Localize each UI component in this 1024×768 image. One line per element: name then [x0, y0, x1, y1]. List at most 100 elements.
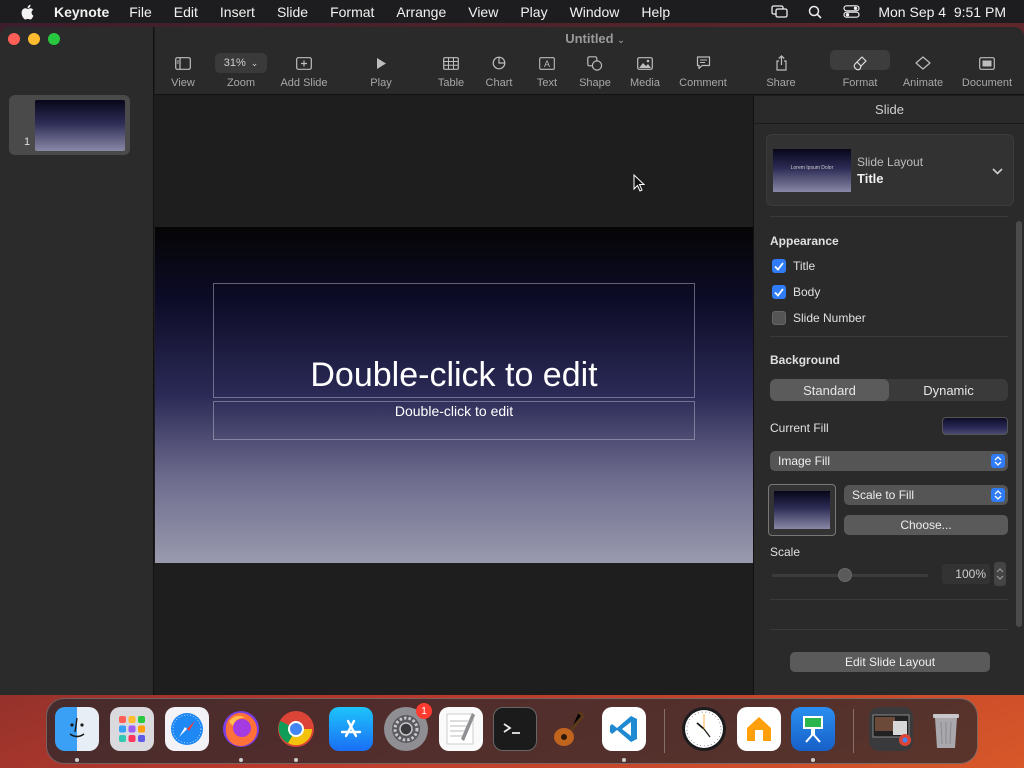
- fullscreen-window-button[interactable]: [48, 33, 60, 45]
- add-slide-label: Add Slide: [280, 77, 328, 89]
- spotlight-search-icon[interactable]: [806, 5, 824, 19]
- current-fill-label: Current Fill: [770, 421, 829, 435]
- finder-icon[interactable]: [55, 707, 99, 751]
- menu-window[interactable]: Window: [570, 4, 620, 20]
- animate-button[interactable]: Animate: [893, 53, 953, 89]
- divider: [770, 216, 1008, 217]
- sidebar-icon: [175, 53, 191, 73]
- zoom-value: 31%: [223, 57, 246, 69]
- toolbar: Untitled ⌄ View 31% ⌄ Zoom Add Slide Pla…: [155, 27, 1024, 95]
- play-button[interactable]: Play: [351, 53, 411, 89]
- slide-layout-picker[interactable]: Lorem Ipsum Dolor Slide Layout Title: [766, 134, 1014, 206]
- textedit-icon[interactable]: [439, 707, 483, 751]
- menu-help[interactable]: Help: [641, 4, 670, 20]
- title-placeholder[interactable]: Double-click to edit: [213, 283, 695, 398]
- menu-edit[interactable]: Edit: [174, 4, 198, 20]
- share-button[interactable]: Share: [751, 53, 811, 89]
- downloads-stack-icon[interactable]: [869, 707, 913, 751]
- standard-segment[interactable]: Standard: [770, 379, 889, 401]
- body-checkbox-label: Body: [793, 285, 821, 299]
- chevron-down-icon: [992, 163, 1003, 178]
- media-button[interactable]: Media: [615, 53, 675, 89]
- dynamic-segment[interactable]: Dynamic: [889, 379, 1008, 401]
- scale-slider-knob[interactable]: [838, 568, 852, 582]
- title-checkbox[interactable]: [772, 259, 786, 273]
- table-label: Table: [437, 77, 465, 89]
- svg-text:A: A: [544, 59, 550, 69]
- body-placeholder[interactable]: Double-click to edit: [213, 401, 695, 440]
- slide-navigator: 1: [0, 27, 154, 695]
- appearance-body-row[interactable]: Body: [772, 285, 820, 299]
- visual-studio-code-icon[interactable]: [602, 707, 646, 751]
- comment-button[interactable]: Comment: [673, 53, 733, 89]
- body-checkbox[interactable]: [772, 285, 786, 299]
- garageband-guitar-icon[interactable]: [547, 707, 591, 751]
- screen-mirroring-icon[interactable]: [770, 5, 788, 19]
- view-button[interactable]: View: [153, 53, 213, 89]
- add-slide-icon: [296, 53, 312, 73]
- menu-file[interactable]: File: [129, 4, 152, 20]
- share-label: Share: [766, 77, 796, 89]
- keynote-icon[interactable]: [791, 707, 835, 751]
- menu-view[interactable]: View: [468, 4, 498, 20]
- slide-canvas[interactable]: Double-click to edit Double-click to edi…: [155, 96, 753, 695]
- shape-label: Shape: [579, 77, 611, 89]
- scale-value-field[interactable]: 100%: [942, 564, 990, 584]
- chrome-icon[interactable]: [274, 707, 318, 751]
- slide-thumbnail-1[interactable]: 1: [9, 95, 130, 155]
- minimize-window-button[interactable]: [28, 33, 40, 45]
- menu-arrange[interactable]: Arrange: [396, 4, 446, 20]
- document-title[interactable]: Untitled ⌄: [155, 31, 1024, 46]
- firefox-icon[interactable]: [219, 707, 263, 751]
- clock-icon[interactable]: [682, 707, 726, 751]
- launchpad-icon[interactable]: [110, 707, 154, 751]
- menu-app-name[interactable]: Keynote: [54, 4, 109, 20]
- inspector-scrollbar[interactable]: [1016, 221, 1022, 627]
- title-placeholder-text: Double-click to edit: [310, 356, 598, 394]
- edit-slide-layout-button[interactable]: Edit Slide Layout: [790, 652, 990, 672]
- trash-icon[interactable]: [924, 707, 968, 751]
- chevron-down-icon: ⌄: [617, 35, 625, 45]
- add-slide-button[interactable]: Add Slide: [274, 53, 334, 89]
- chart-label: Chart: [485, 77, 513, 89]
- title-checkbox-label: Title: [793, 259, 816, 273]
- zoom-popup[interactable]: 31% ⌄: [215, 53, 267, 73]
- choose-image-button[interactable]: Choose...: [844, 515, 1008, 535]
- running-indicator: [622, 758, 626, 762]
- menu-play[interactable]: Play: [520, 4, 547, 20]
- slide-number-checkbox[interactable]: [772, 311, 786, 325]
- background-heading: Background: [770, 353, 841, 367]
- keynote-window: 1 Untitled ⌄ View 31% ⌄ Zoom Add Slide P…: [0, 27, 1024, 695]
- menu-slide[interactable]: Slide: [277, 4, 308, 20]
- zoom-control[interactable]: 31% ⌄ Zoom: [211, 53, 271, 89]
- image-well[interactable]: [768, 484, 836, 536]
- scale-label: Scale: [770, 545, 801, 559]
- appearance-slide-number-row[interactable]: Slide Number: [772, 311, 866, 325]
- inspector-title: Slide: [875, 102, 904, 117]
- dock-divider: [853, 709, 854, 753]
- scale-stepper[interactable]: [994, 562, 1006, 586]
- appearance-title-row[interactable]: Title: [772, 259, 815, 273]
- scale-mode-popup[interactable]: Scale to Fill: [844, 485, 1008, 505]
- apple-menu-icon[interactable]: [20, 4, 36, 20]
- close-window-button[interactable]: [8, 33, 20, 45]
- notification-badge: 1: [416, 703, 432, 719]
- running-indicator: [239, 758, 243, 762]
- document-button[interactable]: Document: [957, 53, 1017, 89]
- slide-number-checkbox-label: Slide Number: [793, 311, 866, 325]
- background-mode-segmented-control[interactable]: Standard Dynamic: [770, 379, 1008, 401]
- fill-type-popup[interactable]: Image Fill: [770, 451, 1008, 471]
- terminal-icon[interactable]: [493, 707, 537, 751]
- menu-clock[interactable]: Mon Sep 4 9:51 PM: [878, 4, 1006, 20]
- menu-insert[interactable]: Insert: [220, 4, 255, 20]
- format-button[interactable]: Format: [830, 53, 890, 89]
- safari-icon[interactable]: [165, 707, 209, 751]
- current-fill-swatch[interactable]: [942, 417, 1008, 435]
- control-center-icon[interactable]: [842, 5, 860, 19]
- app-store-icon[interactable]: [329, 707, 373, 751]
- inspector-divider: [754, 123, 1024, 124]
- current-slide[interactable]: Double-click to edit Double-click to edi…: [155, 227, 753, 563]
- home-icon[interactable]: [737, 707, 781, 751]
- menu-format[interactable]: Format: [330, 4, 374, 20]
- text-label: Text: [536, 77, 558, 89]
